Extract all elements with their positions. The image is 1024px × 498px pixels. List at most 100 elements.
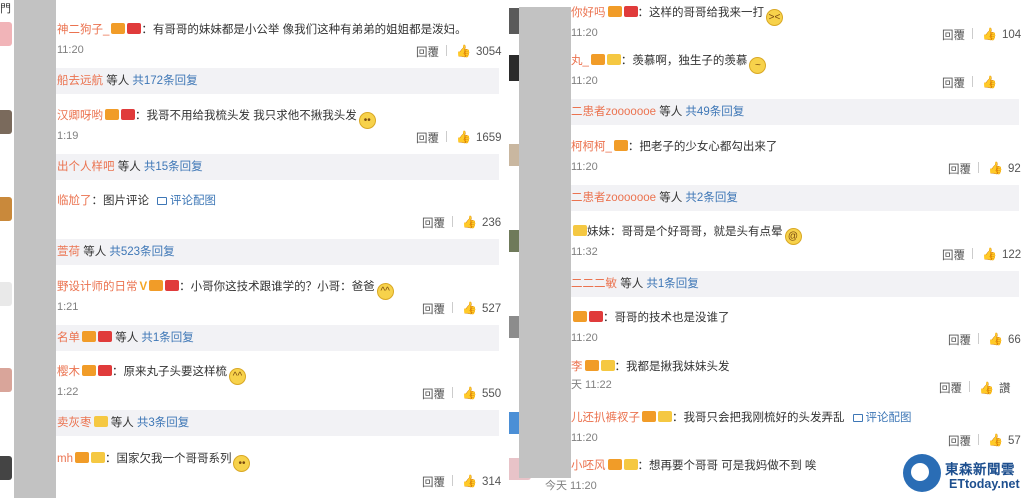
view-replies-link[interactable]: 共2条回复 <box>685 192 737 204</box>
comment-image-link[interactable]: 评论配图 <box>170 195 216 207</box>
avatar[interactable] <box>0 110 12 134</box>
member-badge-icon <box>105 109 119 120</box>
member-badge-icon <box>82 365 96 376</box>
view-replies-link[interactable]: 共172条回复 <box>132 75 197 87</box>
reply-button[interactable]: 回覆 <box>942 247 965 263</box>
comment-author[interactable]: 神二狗子_ <box>57 24 109 36</box>
like-button[interactable]: 👍 527 <box>462 301 501 315</box>
member-badge-icon <box>90 452 105 463</box>
like-button[interactable]: 👍 <box>982 75 1002 89</box>
like-button[interactable]: 👍 57 <box>988 433 1021 447</box>
comment-author[interactable]: 临尬了 <box>57 195 92 207</box>
avatar[interactable] <box>0 368 12 392</box>
reply-button[interactable]: 回覆 <box>948 161 971 177</box>
divider <box>452 387 453 398</box>
divider <box>972 28 973 39</box>
thumbs-up-icon: 👍 <box>462 301 477 315</box>
reply-author[interactable]: 船去远航 <box>57 75 103 87</box>
reply-summary-text: 等人 <box>656 192 686 204</box>
divider <box>969 381 970 392</box>
like-button[interactable]: 👍 讚 <box>979 380 1010 396</box>
like-button[interactable]: 👍 66 <box>988 332 1021 346</box>
comment-line: 神二狗子_ ：有哥哥的妹妹都是小公举 像我们这种有弟弟的姐姐都是泼妇。 <box>57 20 467 40</box>
reply-author[interactable]: 二二二敏 <box>571 278 617 290</box>
divider <box>972 248 973 259</box>
reply-summary: 名单 等人 共1条回复 <box>14 325 499 351</box>
comment-author[interactable]: 丸_ <box>571 55 589 67</box>
reply-author[interactable]: 二患者zooooooe <box>571 106 656 118</box>
like-button[interactable]: 👍 236 <box>462 215 501 229</box>
comment-author[interactable]: 儿还扒裤衩子 <box>571 412 640 424</box>
like-button[interactable]: 👍 122 <box>982 247 1021 261</box>
comment-text: ：国家欠我一个哥哥系列 <box>104 453 232 465</box>
view-replies-link[interactable]: 共49条回复 <box>685 106 744 118</box>
view-replies-link[interactable]: 共1条回复 <box>646 278 698 290</box>
reply-button[interactable]: 回覆 <box>422 386 445 402</box>
comment-image-link[interactable]: 评论配图 <box>866 412 912 424</box>
reply-button[interactable]: 回覆 <box>422 474 445 490</box>
reply-button[interactable]: 回覆 <box>422 301 445 317</box>
reply-author[interactable]: 萱荷 <box>57 246 80 258</box>
comment-author[interactable]: 小呸风 <box>571 460 606 472</box>
reply-author[interactable]: 名单 <box>57 332 80 344</box>
comment-text: ：图片评论 <box>91 195 150 207</box>
reply-summary: 船去远航 等人 共172条回复 <box>14 68 499 94</box>
reply-summary-text: 等人 <box>617 278 647 290</box>
reply-button[interactable]: 回覆 <box>416 44 439 60</box>
image-icon <box>157 197 167 205</box>
reply-button[interactable]: 回覆 <box>942 75 965 91</box>
comment-line: mh ：国家欠我一个哥哥系列 •• <box>57 449 251 472</box>
view-replies-link[interactable]: 共15条回复 <box>144 161 203 173</box>
member-badge-icon <box>590 54 605 65</box>
like-count: 66 <box>1007 334 1021 346</box>
smile-emoji-icon: •• <box>233 455 251 472</box>
reply-button[interactable]: 回覆 <box>422 215 445 231</box>
like-button[interactable]: 👍 1659 <box>456 130 502 144</box>
member-badge-icon <box>573 311 587 322</box>
comment-time: 11:20 <box>571 161 598 173</box>
comment-author[interactable]: 汉卿呀哟 <box>57 110 103 122</box>
reply-button[interactable]: 回覆 <box>942 27 965 43</box>
comment-author[interactable]: 你好吗 <box>571 7 606 19</box>
comment-author[interactable]: 柯柯柯_ <box>571 141 612 153</box>
reply-button[interactable]: 回覆 <box>948 433 971 449</box>
member-badge-icon <box>613 140 628 151</box>
member-badge-icon <box>606 54 621 65</box>
reply-button[interactable]: 回覆 <box>416 130 439 146</box>
view-replies-link[interactable]: 共3条回复 <box>137 417 189 429</box>
view-replies-link[interactable]: 共523条回复 <box>109 246 174 258</box>
like-button[interactable]: 👍 3054 <box>456 44 502 58</box>
comment-line: 小呸风 ：想再要个哥哥 可是我妈做不到 唉 <box>571 456 816 476</box>
avatar[interactable] <box>0 456 12 480</box>
comment-author[interactable]: 李 <box>571 361 583 373</box>
privacy-mask <box>14 0 56 498</box>
view-replies-link[interactable]: 共1条回复 <box>141 332 193 344</box>
avatar[interactable] <box>0 282 12 306</box>
member-badge-icon <box>623 459 638 470</box>
member-badge-icon <box>573 225 587 236</box>
member-badge-icon <box>149 280 164 291</box>
avatar[interactable] <box>0 22 12 46</box>
comment-author[interactable]: mh <box>57 453 73 465</box>
reply-button[interactable]: 回覆 <box>948 332 971 348</box>
reply-author[interactable]: 二患者zooooooe <box>571 192 656 204</box>
comment-time: 1:19 <box>57 130 79 142</box>
like-button[interactable]: 👍 92 <box>988 161 1021 175</box>
thumbs-up-icon: 👍 <box>982 27 997 41</box>
comment-author[interactable]: 野设计师的日常 <box>57 281 138 293</box>
comment-time: 1:21 <box>57 301 79 313</box>
comment-time: 11:32 <box>571 246 598 258</box>
thumbs-up-icon: 👍 <box>988 332 1003 346</box>
thumbs-up-icon: 👍 <box>988 161 1003 175</box>
thumbs-up-icon: 👍 <box>456 130 471 144</box>
reply-author[interactable]: 卖灰枣 <box>57 417 92 429</box>
avatar[interactable] <box>0 197 12 221</box>
comment-text: ：羡慕啊，独生子的羡慕 <box>620 55 748 67</box>
reply-summary: 二患者zooooooe 等人 共2条回复 <box>535 185 1019 211</box>
like-button[interactable]: 👍 550 <box>462 386 501 400</box>
like-button[interactable]: 👍 314 <box>462 474 501 488</box>
reply-button[interactable]: 回覆 <box>939 380 962 396</box>
reply-author[interactable]: 出个人样吧 <box>57 161 115 173</box>
like-button[interactable]: 👍 104 <box>982 27 1021 41</box>
comment-author[interactable]: 樱木 <box>57 366 80 378</box>
